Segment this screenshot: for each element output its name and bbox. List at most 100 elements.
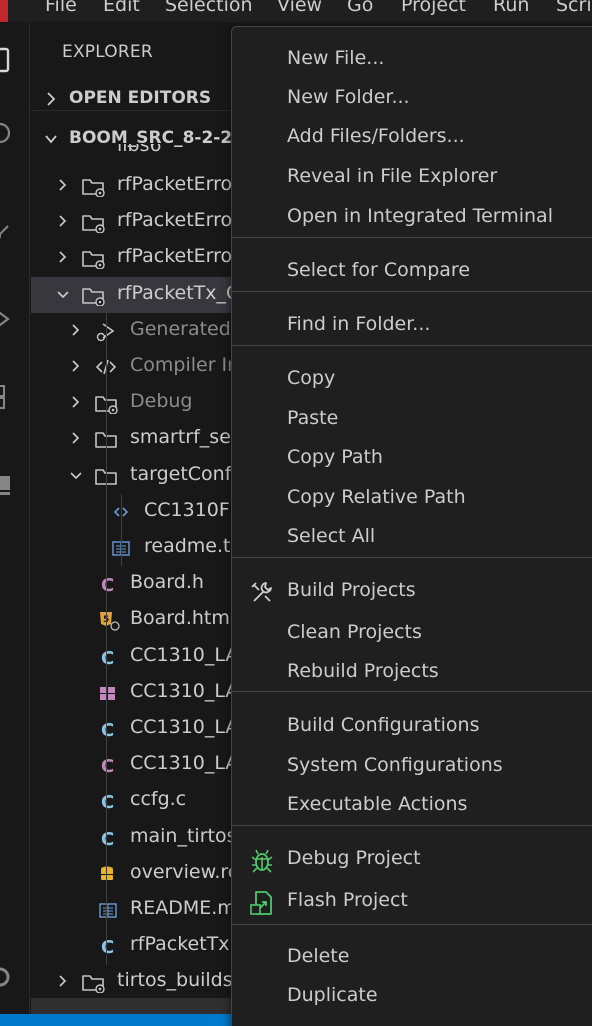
tree-item[interactable]: rfPacketErro	[31, 168, 241, 204]
windows-icon	[95, 682, 121, 704]
menu-separator	[232, 237, 592, 238]
tree-item[interactable]: overview.rc	[31, 856, 241, 892]
chevron-right-icon[interactable]	[68, 392, 84, 418]
tree-item[interactable]: targetConf	[31, 458, 241, 494]
menu-selection[interactable]: Selection	[165, 0, 253, 16]
tree-item[interactable]: README.m	[31, 892, 241, 928]
files-icon[interactable]	[0, 46, 14, 76]
tree-item[interactable]: smartrf_set	[31, 421, 241, 457]
menu-item-copy[interactable]: Copy	[232, 361, 592, 397]
tree-item[interactable]: tirtos_builds	[31, 964, 241, 1000]
menu-edit[interactable]: Edit	[103, 0, 140, 16]
menu-item-system-configurations[interactable]: System Configurations	[232, 748, 592, 784]
c-header-icon: C	[95, 754, 121, 777]
tree-item[interactable]: rfPacketTx_C	[31, 277, 241, 313]
tree-item-label: CC1310_LA	[130, 680, 239, 702]
tree-item[interactable]: rfPacketErro	[31, 204, 241, 240]
menu-item-find-in-folder[interactable]: Find in Folder...	[232, 307, 592, 343]
menu-run[interactable]: Run	[493, 0, 529, 16]
settings-gear-icon[interactable]	[0, 962, 14, 992]
folder-icon	[94, 465, 120, 487]
tree-item[interactable]: C CC1310_LA	[31, 711, 241, 747]
menu-separator	[232, 345, 592, 346]
tree-item[interactable]: CC1310_LA	[31, 675, 241, 711]
menu-item-debug-project[interactable]: Debug Project	[232, 841, 592, 877]
tree-item[interactable]: Cccfg.c	[31, 783, 241, 819]
search-icon[interactable]	[0, 120, 14, 150]
menu-item-new-file[interactable]: New File...	[232, 41, 592, 77]
tree-item[interactable]: Generated	[31, 313, 241, 349]
menu-item-label: Copy Relative Path	[287, 486, 466, 508]
run-debug-icon[interactable]	[0, 304, 14, 334]
menu-item-re[interactable]: Re	[232, 1017, 592, 1026]
menu-item-copy-path[interactable]: Copy Path	[232, 440, 592, 476]
tree-item[interactable]: readme.tx	[31, 530, 241, 566]
chevron-down-icon[interactable]	[55, 284, 71, 310]
menu-file[interactable]: File	[45, 0, 77, 16]
menu-item-duplicate[interactable]: Duplicate	[232, 978, 592, 1014]
chevron-right-icon[interactable]	[68, 320, 84, 346]
menu-item-build-projects[interactable]: Build Projects	[232, 573, 592, 609]
tree-item[interactable]: C CC1310_LA	[31, 639, 241, 675]
horizontal-scrollbar[interactable]	[31, 998, 241, 1014]
remote-icon[interactable]	[0, 470, 14, 500]
menu-item-add-files-folders[interactable]: Add Files/Folders...	[232, 119, 592, 155]
folder-icon	[94, 428, 120, 450]
chevron-down-icon[interactable]	[68, 465, 84, 491]
tree-item[interactable]: Cmain_tirtos	[31, 820, 241, 856]
menu-item-new-folder[interactable]: New Folder...	[232, 80, 592, 116]
tree-item[interactable]: CC1310F1	[31, 494, 241, 530]
menu-item-label: Duplicate	[287, 984, 378, 1006]
tree-item[interactable]: C Board.h	[31, 566, 241, 602]
menu-item-label: Find in Folder...	[287, 313, 431, 335]
menu-project[interactable]: Project	[401, 0, 466, 16]
menu-item-copy-relative-path[interactable]: Copy Relative Path	[232, 480, 592, 516]
context-menu: New File... New Folder... Add Files/Folder…	[231, 26, 592, 1026]
menu-item-executable-actions[interactable]: Executable Actions	[232, 787, 592, 823]
menu-item-label: Select for Compare	[287, 259, 471, 281]
menu-item-paste[interactable]: Paste	[232, 401, 592, 437]
tree-item[interactable]: CrfPacketTx.	[31, 928, 241, 964]
menu-item-flash-project[interactable]: Flash Project	[232, 883, 592, 919]
tree-item-label: Board.html	[130, 607, 236, 629]
menu-item-open-in-integrated-terminal[interactable]: Open in Integrated Terminal	[232, 199, 592, 235]
menu-go[interactable]: Go	[347, 0, 373, 16]
folder-gear-icon	[94, 392, 120, 415]
chevron-right-icon[interactable]	[55, 175, 71, 201]
c-file-icon: C	[95, 935, 121, 958]
menu-item-label: Select All	[287, 525, 376, 547]
tree-item-label: rfPacketErro	[117, 209, 233, 231]
menu-separator	[232, 924, 592, 925]
menu-separator	[232, 691, 592, 692]
chevron-right-icon[interactable]	[55, 247, 71, 273]
menu-item-select-for-compare[interactable]: Select for Compare	[232, 253, 592, 289]
tree-item[interactable]: Debug	[31, 385, 241, 421]
tree-item-label: Generated	[130, 318, 231, 340]
menu-item-build-configurations[interactable]: Build Configurations	[232, 708, 592, 744]
tree-item[interactable]: Compiler In	[31, 349, 241, 385]
source-control-icon[interactable]	[0, 216, 14, 246]
menu-item-delete[interactable]: Delete	[232, 939, 592, 975]
menu-separator	[232, 825, 592, 826]
menu-item-label: Executable Actions	[287, 793, 468, 815]
menu-item-reveal-in-file-explorer[interactable]: Reveal in File Explorer	[232, 159, 592, 195]
menu-item-select-all[interactable]: Select All	[232, 519, 592, 555]
chevron-right-icon[interactable]	[55, 211, 71, 237]
tree-item-label: targetConf	[130, 463, 232, 485]
menu-item-rebuild-projects[interactable]: Rebuild Projects	[232, 654, 592, 690]
tree-item[interactable]: 5 Board.html	[31, 602, 241, 638]
menu-item-label: Copy	[287, 367, 336, 389]
menu-item-clean-projects[interactable]: Clean Projects	[232, 615, 592, 651]
menu-item-label: Build Configurations	[287, 714, 480, 736]
tree-item[interactable]: rfPacketErro	[31, 240, 241, 276]
svg-text:C: C	[101, 720, 114, 740]
tree-item-label: rfPacketTx.	[130, 933, 236, 955]
chevron-right-icon[interactable]	[55, 971, 71, 997]
chevron-right-icon[interactable]	[68, 356, 84, 382]
chevron-right-icon[interactable]	[68, 428, 84, 454]
menu-scrip[interactable]: Scrip	[556, 0, 592, 16]
tree-item[interactable]: C CC1310_LA	[31, 747, 241, 783]
menu-item-label: Add Files/Folders...	[287, 125, 465, 147]
extensions-icon[interactable]	[0, 382, 14, 412]
menu-view[interactable]: View	[277, 0, 322, 16]
